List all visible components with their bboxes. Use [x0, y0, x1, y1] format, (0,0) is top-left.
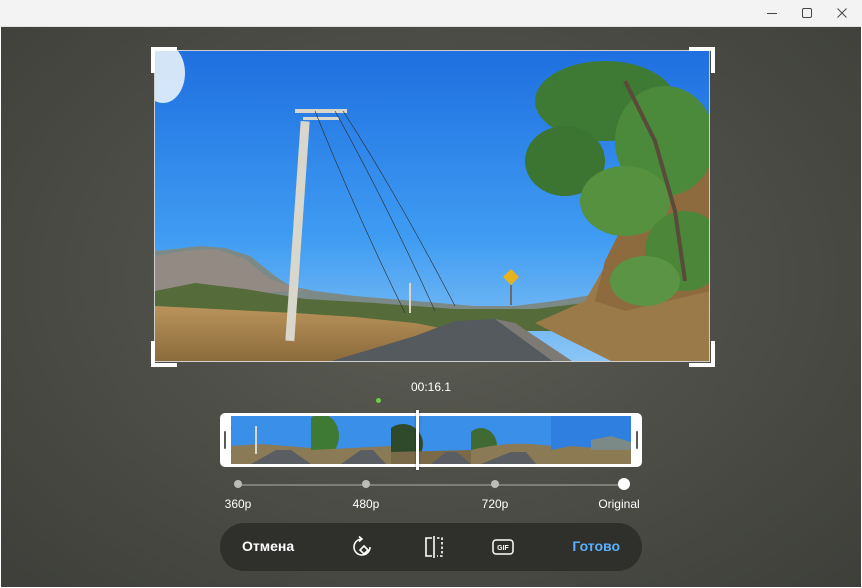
video-editor: 00:16.1 360p 480p 720p Original Отмена G…	[1, 27, 861, 587]
maximize-icon	[802, 8, 812, 18]
resolution-track	[238, 484, 624, 486]
rotate-icon	[353, 535, 371, 556]
timeline-frame	[311, 416, 391, 464]
flip-button[interactable]	[422, 535, 446, 559]
crop-handle-top-left[interactable]	[151, 47, 177, 73]
editor-toolbar: Отмена GIF Готово	[220, 523, 642, 571]
timeline-frames	[231, 416, 631, 464]
trim-handle-right[interactable]	[636, 431, 638, 449]
position-indicator-dot	[376, 398, 381, 403]
resolution-label-720p: 720p	[481, 497, 509, 511]
crop-handle-top-right[interactable]	[689, 47, 715, 73]
resolution-label-original: Original	[598, 497, 640, 511]
done-button[interactable]: Готово	[572, 538, 620, 554]
maximize-button[interactable]	[787, 0, 827, 26]
window-titlebar	[0, 0, 862, 27]
close-button[interactable]	[822, 0, 862, 26]
resolution-option-360p[interactable]	[234, 480, 242, 488]
timeline-filmstrip[interactable]	[220, 410, 642, 470]
minimize-icon	[767, 13, 777, 14]
resolution-option-original[interactable]	[618, 478, 630, 490]
timeline-frame	[471, 416, 551, 464]
flip-icon	[425, 536, 443, 558]
crop-handle-bottom-left[interactable]	[151, 341, 177, 367]
resolution-option-720p[interactable]	[491, 480, 499, 488]
trim-handle-left[interactable]	[224, 431, 226, 449]
resolution-label-480p: 480p	[352, 497, 380, 511]
gif-icon: GIF	[492, 539, 514, 555]
playhead-timestamp: 00:16.1	[410, 380, 452, 394]
resolution-option-480p[interactable]	[362, 480, 370, 488]
cancel-button[interactable]: Отмена	[242, 538, 294, 554]
timeline-playhead[interactable]	[416, 410, 419, 470]
gif-button[interactable]: GIF	[491, 535, 515, 559]
video-preview	[154, 50, 710, 362]
timeline-frame	[551, 416, 631, 464]
resolution-label-360p: 360p	[224, 497, 252, 511]
gif-icon-text: GIF	[497, 545, 509, 552]
timeline-frame	[231, 416, 311, 464]
crop-handle-bottom-right[interactable]	[689, 341, 715, 367]
timeline-frame	[391, 416, 471, 464]
rotate-button[interactable]	[350, 535, 374, 559]
minimize-button[interactable]	[752, 0, 792, 26]
close-icon	[837, 8, 847, 18]
